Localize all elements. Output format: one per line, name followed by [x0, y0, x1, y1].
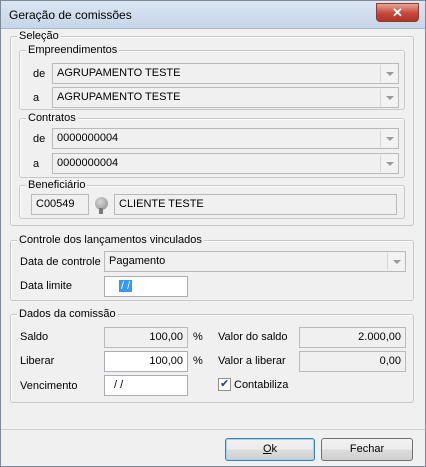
dados-legend: Dados da comissão — [17, 307, 118, 321]
empreendimento-a-label: a — [33, 92, 40, 104]
selecao-group: Seleção Empreendimentos de AGRUPAMENTO T… — [10, 29, 414, 226]
ok-button[interactable]: Ok — [225, 438, 315, 461]
chevron-down-icon[interactable] — [380, 89, 397, 106]
contrato-de-select[interactable]: 0000000004 — [52, 128, 399, 149]
data-limite-value: / / — [119, 280, 133, 292]
data-limite-label: Data limite — [20, 280, 72, 292]
contrato-de-label: de — [33, 133, 46, 145]
empreendimentos-legend: Empreendimentos — [26, 43, 120, 57]
close-button[interactable]: ✕ — [376, 3, 419, 22]
saldo-field: 100,00 — [104, 327, 188, 348]
selecao-legend: Seleção — [17, 29, 61, 43]
dialog-window: Geração de comissões ✕ Seleção Empreendi… — [0, 0, 426, 467]
empreendimento-a-value: AGRUPAMENTO TESTE — [57, 91, 181, 103]
valor-liberar-field: 0,00 — [299, 351, 406, 372]
contratos-legend: Contratos — [26, 111, 78, 125]
controle-group: Controle dos lançamentos vinculados Data… — [10, 233, 414, 301]
close-icon: ✕ — [392, 5, 403, 20]
contrato-de-value: 0000000004 — [57, 132, 119, 144]
data-controle-value: Pagamento — [109, 255, 166, 267]
empreendimento-de-select[interactable]: AGRUPAMENTO TESTE — [52, 63, 399, 84]
window-title: Geração de comissões — [9, 8, 132, 22]
chevron-down-icon[interactable] — [380, 155, 397, 172]
dados-group: Dados da comissão Saldo 100,00 % Valor d… — [10, 307, 414, 403]
empreendimento-de-value: AGRUPAMENTO TESTE — [57, 67, 181, 79]
chevron-down-icon[interactable] — [380, 130, 397, 147]
vencimento-label: Vencimento — [20, 380, 78, 392]
title-bar[interactable]: Geração de comissões ✕ — [1, 1, 425, 29]
controle-legend: Controle dos lançamentos vinculados — [17, 233, 204, 247]
liberar-field[interactable]: 100,00 — [104, 351, 188, 372]
beneficiario-name-field: CLIENTE TESTE — [114, 194, 397, 215]
valor-liberar-label: Valor a liberar — [218, 355, 286, 367]
valor-saldo-field: 2.000,00 — [299, 327, 406, 348]
empreendimento-a-select[interactable]: AGRUPAMENTO TESTE — [52, 87, 399, 108]
footer-divider — [1, 429, 425, 430]
contabiliza-checkbox[interactable] — [218, 377, 231, 391]
saldo-unit: % — [193, 331, 203, 343]
liberar-label: Liberar — [20, 355, 55, 367]
contrato-a-select[interactable]: 0000000004 — [52, 153, 399, 174]
contratos-group: Contratos de 0000000004 a 0000000004 — [19, 111, 405, 178]
valor-saldo-label: Valor do saldo — [218, 331, 288, 343]
data-controle-label: Data de controle — [20, 256, 101, 268]
beneficiario-search-button[interactable] — [92, 195, 112, 215]
data-limite-field[interactable]: / / — [104, 276, 188, 297]
chevron-down-icon[interactable] — [380, 65, 397, 82]
saldo-label: Saldo — [20, 331, 49, 343]
search-icon-handle — [99, 208, 103, 214]
beneficiario-legend: Beneficiário — [26, 178, 88, 192]
contrato-a-label: a — [33, 158, 40, 170]
contabiliza-label[interactable]: Contabiliza — [234, 378, 288, 392]
beneficiario-group: Beneficiário C00549 CLIENTE TESTE — [19, 178, 405, 219]
ok-accelerator: O — [262, 443, 272, 455]
fechar-button[interactable]: Fechar — [321, 438, 413, 461]
liberar-unit: % — [193, 355, 203, 367]
empreendimento-de-label: de — [33, 68, 46, 80]
empreendimentos-group: Empreendimentos de AGRUPAMENTO TESTE a A… — [19, 43, 405, 110]
vencimento-field[interactable]: / / — [104, 375, 188, 396]
contrato-a-value: 0000000004 — [57, 157, 119, 169]
data-controle-select[interactable]: Pagamento — [104, 251, 406, 272]
ok-label-rest: k — [271, 443, 278, 455]
beneficiario-code-field[interactable]: C00549 — [31, 194, 89, 215]
chevron-down-icon[interactable] — [387, 253, 404, 270]
